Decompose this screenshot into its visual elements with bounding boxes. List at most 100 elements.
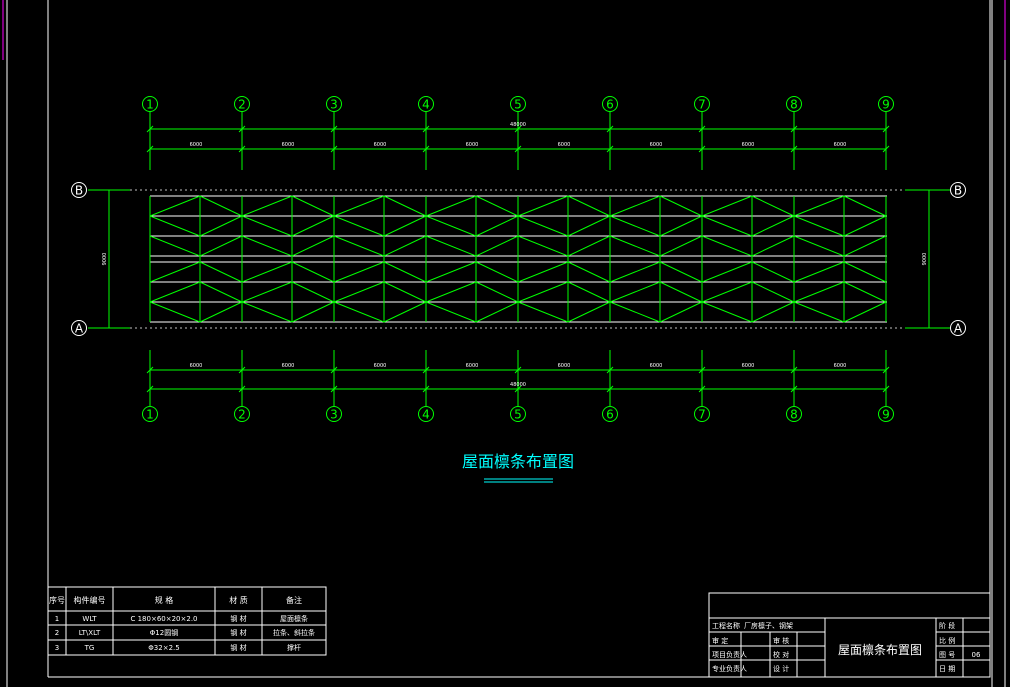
row-label-left: B — [75, 184, 83, 198]
brace-diagonal — [843, 261, 887, 283]
grid-label-bottom: 1 — [146, 408, 154, 422]
brace-diagonal — [241, 261, 293, 283]
grid-label-top: 3 — [330, 98, 338, 112]
brace-diagonal — [609, 281, 661, 303]
brace-diagonal — [149, 301, 201, 323]
material-table-header: 备注 — [286, 595, 302, 605]
brace-diagonal — [291, 235, 335, 257]
dim-bay-top: 6000 — [742, 142, 755, 148]
brace-diagonal — [517, 281, 569, 303]
title-row-label: 项目负责人 — [712, 650, 747, 659]
dim-bay-bottom: 6000 — [558, 363, 571, 369]
brace-diagonal — [659, 215, 703, 237]
title-block: 工程名称 厂房檩子、钢架 阶 段审 定 审 核 比 例项目负责人 校 对 图 号专业负责人 设… — [708, 592, 991, 678]
brace-diagonal — [659, 301, 703, 323]
dim-bay-top: 6000 — [466, 142, 479, 148]
brace-diagonal — [567, 281, 611, 303]
material-table-header: 构件编号 — [74, 595, 106, 605]
dim-bay-top: 6000 — [558, 142, 571, 148]
brace-diagonal — [199, 215, 243, 237]
grid-label-bottom: 8 — [790, 408, 798, 422]
grid-label-top: 9 — [882, 98, 890, 112]
brace-diagonal — [241, 215, 293, 237]
title-right-label: 日 期 — [939, 665, 955, 673]
dim-bay-top: 6000 — [650, 142, 663, 148]
title-row-label: 专业负责人 — [712, 664, 747, 673]
material-table-cell: 1 — [55, 615, 59, 623]
drawing-title: 屋面檩条布置图 — [462, 452, 574, 471]
brace-diagonal — [567, 235, 611, 257]
grid-label-bottom: 2 — [238, 408, 246, 422]
title-row-label: 审 定 — [712, 636, 728, 645]
grid-label-top: 6 — [606, 98, 614, 112]
material-table-cell: 屋面檩条 — [280, 614, 308, 623]
brace-diagonal — [149, 195, 201, 217]
brace-diagonal — [701, 281, 753, 303]
brace-diagonal — [517, 215, 569, 237]
brace-diagonal — [333, 195, 385, 217]
brace-diagonal — [475, 261, 519, 283]
brace-diagonal — [291, 301, 335, 323]
brace-diagonal — [751, 235, 795, 257]
material-table-header: 序号 — [49, 595, 65, 605]
material-table-cell: 3 — [55, 644, 59, 652]
material-table-header: 规 格 — [155, 595, 174, 605]
grid-label-bottom: 7 — [698, 408, 706, 422]
brace-diagonal — [793, 281, 845, 303]
material-table-cell: 拉条、斜拉条 — [273, 628, 315, 637]
dim-bay-bottom: 6000 — [466, 363, 479, 369]
brace-diagonal — [609, 301, 661, 323]
title-underline — [484, 478, 553, 483]
brace-diagonal — [149, 261, 201, 283]
brace-diagonal — [793, 195, 845, 217]
material-table-cell: LT\XLT — [79, 629, 101, 637]
grid-label-top: 7 — [698, 98, 706, 112]
dim-bay-bottom: 6000 — [374, 363, 387, 369]
brace-diagonal — [199, 301, 243, 323]
brace-diagonal — [701, 195, 753, 217]
material-table-cell: Φ12圆钢 — [150, 628, 178, 637]
brace-diagonal — [701, 235, 753, 257]
brace-diagonal — [149, 215, 201, 237]
brace-diagonal — [333, 261, 385, 283]
brace-diagonal — [199, 281, 243, 303]
brace-diagonal — [659, 261, 703, 283]
brace-diagonal — [751, 301, 795, 323]
brace-diagonal — [333, 281, 385, 303]
brace-diagonal — [843, 215, 887, 237]
grid-label-top: 2 — [238, 98, 246, 112]
brace-diagonal — [383, 301, 427, 323]
brace-diagonal — [333, 301, 385, 323]
side-marks — [2, 0, 1006, 60]
brace-diagonal — [517, 301, 569, 323]
dim-bay-bottom: 6000 — [190, 363, 203, 369]
brace-diagonal — [609, 195, 661, 217]
dim-bay-top: 6000 — [834, 142, 847, 148]
brace-diagonal — [199, 261, 243, 283]
stage-label: 阶 段 — [939, 621, 955, 630]
material-table-cell: 钢 材 — [230, 614, 246, 623]
dim-span-left: 9000 — [102, 253, 108, 266]
brace-diagonal — [567, 215, 611, 237]
title-row-label-mid: 设 计 — [773, 664, 789, 673]
grid-label-bottom: 3 — [330, 408, 338, 422]
dim-bay-bottom: 6000 — [742, 363, 755, 369]
roof-purlin-plan: 1 1 2 2 3 3 4 4 5 5 6 6 7 7 8 8 9 9 48000 48000 6000 6000 6000… — [71, 96, 966, 422]
row-label-right: B — [954, 184, 962, 198]
brace-diagonal — [291, 261, 335, 283]
brace-diagonal — [425, 215, 477, 237]
brace-diagonal — [659, 195, 703, 217]
brace-diagonal — [241, 301, 293, 323]
material-table-cell: WLT — [82, 615, 97, 623]
brace-diagonal — [567, 301, 611, 323]
brace-diagonal — [241, 195, 293, 217]
brace-diagonal — [241, 281, 293, 303]
project-label: 工程名称 — [712, 621, 740, 630]
brace-diagonal — [425, 235, 477, 257]
material-table-header: 材 质 — [229, 595, 248, 605]
title-block-drawing-name: 屋面檩条布置图 — [838, 642, 922, 657]
brace-diagonal — [567, 261, 611, 283]
brace-diagonal — [843, 281, 887, 303]
brace-diagonal — [609, 215, 661, 237]
grid-label-bottom: 5 — [514, 408, 522, 422]
